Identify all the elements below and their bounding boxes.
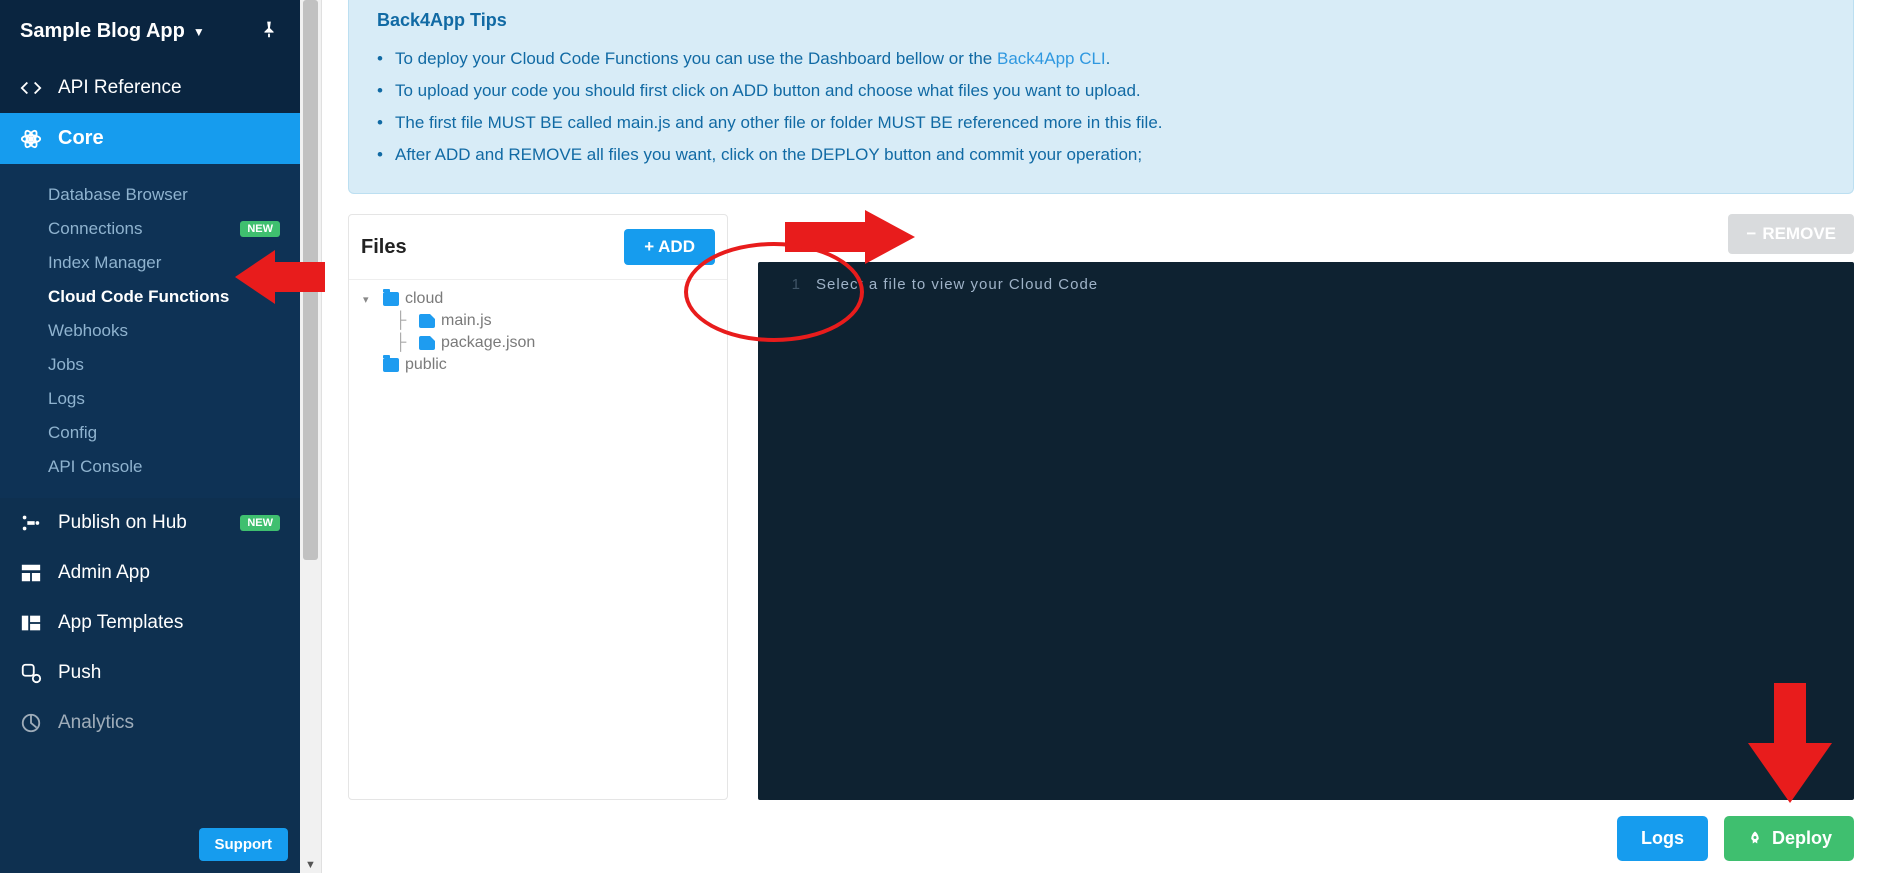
- nav-push[interactable]: Push: [0, 648, 300, 698]
- tree-folder[interactable]: public: [363, 354, 713, 376]
- nav-api-reference[interactable]: API Reference: [0, 63, 300, 113]
- code-editor[interactable]: 1 Select a file to view your Cloud Code: [758, 262, 1854, 800]
- sidebar-item-label: Webhooks: [48, 321, 128, 341]
- files-title: Files: [361, 236, 407, 259]
- caret-down-icon: ▼: [193, 25, 205, 39]
- code-icon: [20, 77, 42, 99]
- sidebar-item-webhooks[interactable]: Webhooks: [0, 314, 300, 348]
- nav-label: Core: [58, 127, 104, 150]
- sidebar-item-label: Database Browser: [48, 185, 188, 205]
- sidebar-item-index-manager[interactable]: Index Manager: [0, 246, 300, 280]
- tree-folder[interactable]: ▾ cloud: [363, 288, 713, 310]
- nav-label: Publish on Hub: [58, 512, 187, 534]
- plus-icon: +: [644, 237, 654, 257]
- sidebar-item-label: Cloud Code Functions: [48, 287, 229, 307]
- support-button[interactable]: Support: [199, 828, 289, 861]
- deploy-label: Deploy: [1772, 828, 1832, 849]
- tree-toggle-icon[interactable]: ▾: [363, 293, 377, 306]
- sidebar-item-jobs[interactable]: Jobs: [0, 348, 300, 382]
- tree-node-label: public: [405, 356, 447, 374]
- new-badge: NEW: [240, 221, 280, 237]
- templates-icon: [20, 612, 42, 634]
- nav-core[interactable]: Core: [0, 113, 300, 164]
- tree-branch-icon: ├: [395, 334, 413, 352]
- tree-file[interactable]: ├ main.js: [363, 310, 713, 332]
- remove-button[interactable]: −REMOVE: [1728, 214, 1854, 254]
- analytics-icon: [20, 712, 42, 734]
- tree-node-label: main.js: [441, 312, 492, 330]
- line-number: 1: [776, 276, 800, 786]
- file-icon: [419, 336, 435, 350]
- file-icon: [419, 314, 435, 328]
- sidebar-item-connections[interactable]: Connections NEW: [0, 212, 300, 246]
- work-row: Files +ADD ▾ cloud ├ main.js ├ package.json pu…: [348, 214, 1854, 800]
- nav-publish-on-hub[interactable]: Publish on Hub NEW: [0, 498, 300, 548]
- scrollbar-thumb[interactable]: [303, 0, 318, 560]
- app-switcher[interactable]: Sample Blog App ▼: [20, 20, 205, 43]
- minus-icon: −: [1746, 224, 1756, 244]
- files-header: Files +ADD: [349, 215, 727, 280]
- logs-button[interactable]: Logs: [1617, 816, 1708, 861]
- sidebar-item-label: Connections: [48, 219, 143, 239]
- nav-label: Admin App: [58, 562, 150, 584]
- grid-icon: [20, 562, 42, 584]
- nav-analytics[interactable]: Analytics: [0, 698, 300, 748]
- app-title: Sample Blog App: [20, 20, 185, 43]
- tree-node-label: package.json: [441, 334, 535, 352]
- core-submenu: Database Browser Connections NEW Index Mana…: [0, 164, 300, 498]
- sidebar-item-database-browser[interactable]: Database Browser: [0, 178, 300, 212]
- scroll-down-icon[interactable]: ▼: [300, 859, 321, 871]
- sidebar-item-api-console[interactable]: API Console: [0, 450, 300, 484]
- rocket-icon: [1746, 830, 1764, 848]
- tip-item: The first file MUST BE called main.js an…: [377, 107, 1825, 139]
- tips-panel: Back4App Tips To deploy your Cloud Code …: [348, 0, 1854, 194]
- scrollbar-track[interactable]: ▼: [300, 0, 322, 873]
- tips-list: To deploy your Cloud Code Functions you …: [377, 43, 1825, 171]
- push-icon: [20, 662, 42, 684]
- tips-title: Back4App Tips: [377, 10, 1825, 31]
- main-content: Back4App Tips To deploy your Cloud Code …: [322, 0, 1880, 873]
- files-panel: Files +ADD ▾ cloud ├ main.js ├ package.json pu…: [348, 214, 728, 800]
- nav-admin-app[interactable]: Admin App: [0, 548, 300, 598]
- pin-icon[interactable]: [258, 18, 280, 45]
- add-button[interactable]: +ADD: [624, 229, 715, 265]
- folder-icon: [383, 292, 399, 306]
- new-badge: NEW: [240, 515, 280, 531]
- editor-column: −REMOVE 1 Select a file to view your Clo…: [758, 214, 1854, 800]
- sidebar-item-cloud-code-functions[interactable]: Cloud Code Functions: [0, 280, 300, 314]
- footer-buttons: Logs Deploy: [348, 800, 1854, 861]
- tree-file[interactable]: ├ package.json: [363, 332, 713, 354]
- editor-placeholder: Select a file to view your Cloud Code: [816, 276, 1098, 786]
- sidebar-item-label: API Console: [48, 457, 143, 477]
- add-label: ADD: [658, 237, 695, 257]
- app-header: Sample Blog App ▼: [0, 0, 300, 63]
- sidebar: Sample Blog App ▼ API Reference Core Dat…: [0, 0, 300, 873]
- remove-label: REMOVE: [1762, 224, 1836, 244]
- tip-item: To upload your code you should first cli…: [377, 75, 1825, 107]
- folder-icon: [383, 358, 399, 372]
- tip-item: To deploy your Cloud Code Functions you …: [377, 43, 1825, 75]
- tip-item: After ADD and REMOVE all files you want,…: [377, 139, 1825, 171]
- sidebar-item-label: Index Manager: [48, 253, 161, 273]
- sidebar-item-label: Logs: [48, 389, 85, 409]
- nav-label: App Templates: [58, 612, 183, 634]
- deploy-button[interactable]: Deploy: [1724, 816, 1854, 861]
- sidebar-item-config[interactable]: Config: [0, 416, 300, 450]
- sidebar-item-logs[interactable]: Logs: [0, 382, 300, 416]
- tree-node-label: cloud: [405, 290, 443, 308]
- sidebar-item-label: Jobs: [48, 355, 84, 375]
- atom-icon: [20, 128, 42, 150]
- nav-label: Push: [58, 662, 101, 684]
- tree-branch-icon: ├: [395, 312, 413, 330]
- nav-label: API Reference: [58, 77, 182, 99]
- nav-app-templates[interactable]: App Templates: [0, 598, 300, 648]
- editor-toolbar: −REMOVE: [758, 214, 1854, 254]
- sidebar-item-label: Config: [48, 423, 97, 443]
- tip-link[interactable]: Back4App CLI: [997, 49, 1106, 68]
- files-tree[interactable]: ▾ cloud ├ main.js ├ package.json public: [349, 280, 727, 799]
- nav-label: Analytics: [58, 712, 134, 734]
- hub-icon: [20, 512, 42, 534]
